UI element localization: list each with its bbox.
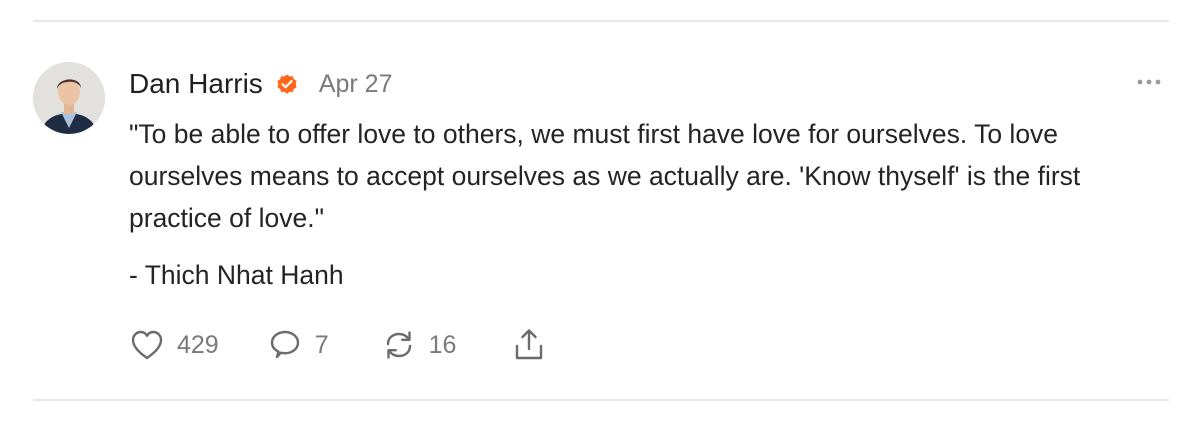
post-quote: "To be able to offer love to others, we … — [129, 119, 1081, 233]
author-name[interactable]: Dan Harris — [129, 68, 263, 100]
more-options-button[interactable] — [1136, 72, 1162, 92]
post-actions: 429 7 16 — [129, 325, 547, 365]
avatar[interactable] — [33, 62, 105, 134]
verified-badge-icon — [275, 72, 299, 96]
like-count: 429 — [177, 330, 219, 359]
restack-count: 16 — [428, 330, 457, 359]
comment-bubble-icon — [270, 330, 299, 359]
comment-button[interactable]: 7 — [267, 327, 329, 363]
bottom-divider — [33, 399, 1169, 401]
comment-count: 7 — [314, 330, 329, 359]
top-divider — [33, 20, 1169, 22]
post-date: Apr 27 — [318, 69, 393, 98]
share-button[interactable] — [511, 327, 547, 363]
restack-button[interactable]: 16 — [381, 327, 457, 363]
share-icon — [516, 329, 543, 360]
restack-icon — [386, 331, 411, 359]
more-dots-icon — [1137, 79, 1161, 85]
like-button[interactable]: 429 — [129, 327, 219, 363]
post-header: Dan Harris Apr 27 — [129, 66, 392, 102]
avatar-image — [33, 62, 105, 134]
heart-icon — [131, 330, 163, 360]
post-attribution: - Thich Nhat Hanh — [129, 260, 344, 290]
